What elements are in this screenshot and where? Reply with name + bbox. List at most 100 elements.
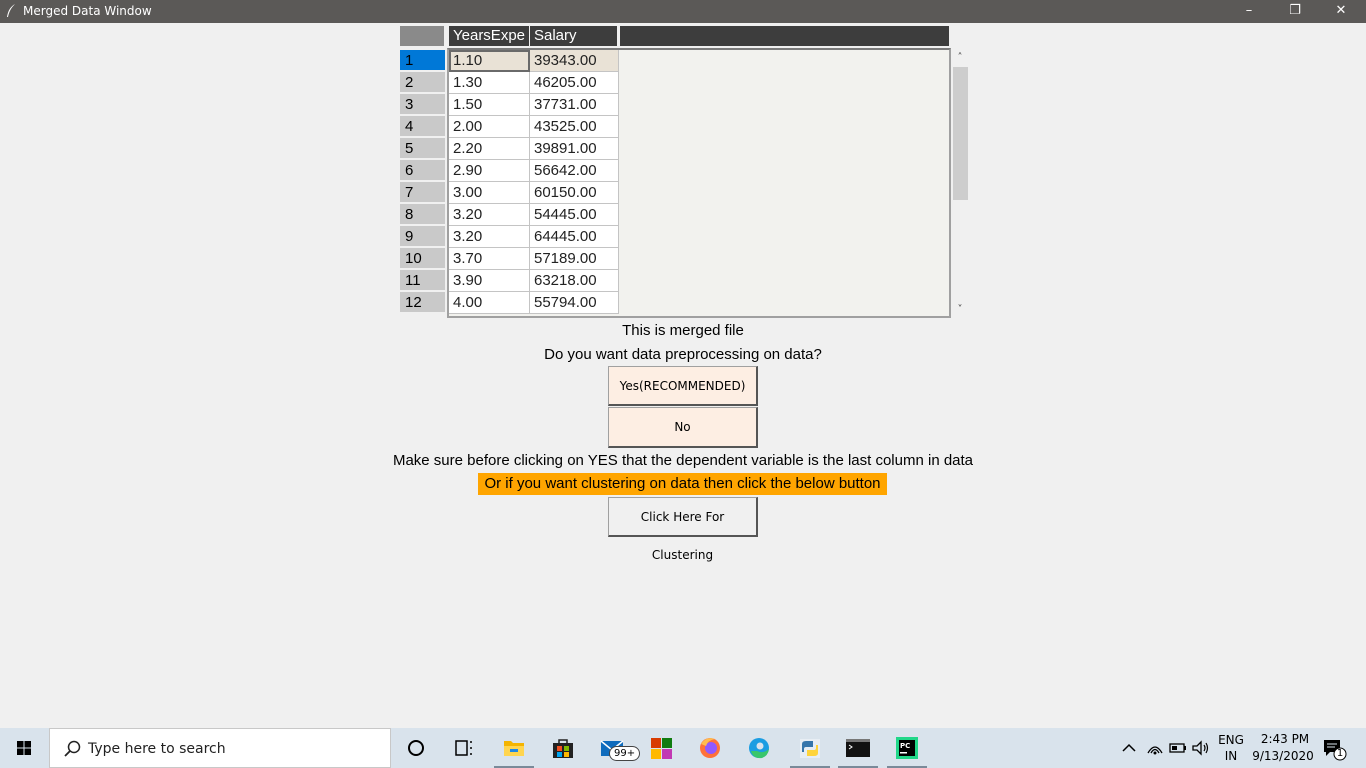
volume-icon[interactable] xyxy=(1191,739,1211,757)
cell-salary[interactable]: 56642.00 xyxy=(530,160,619,182)
grid-corner[interactable] xyxy=(400,26,444,46)
yes-recommended-button[interactable]: Yes(RECOMMENDED) xyxy=(608,366,758,406)
cell-years[interactable]: 2.90 xyxy=(449,160,530,182)
table-row: 3.20 54445.00 xyxy=(449,204,949,226)
column-header-years[interactable]: YearsExpe xyxy=(449,26,530,46)
table-row: 1.30 46205.00 xyxy=(449,72,949,94)
region-indicator[interactable]: IN xyxy=(1216,749,1246,763)
scroll-thumb[interactable] xyxy=(953,67,968,200)
cell-years[interactable]: 1.10 xyxy=(449,50,530,72)
cell-years[interactable]: 3.00 xyxy=(449,182,530,204)
row-header[interactable]: 12 xyxy=(400,292,445,314)
terminal-icon xyxy=(846,739,870,757)
table-row: 3.00 60150.00 xyxy=(449,182,949,204)
cell-salary[interactable]: 43525.00 xyxy=(530,116,619,138)
cell-salary[interactable]: 57189.00 xyxy=(530,248,619,270)
pycharm-icon: PC xyxy=(896,737,918,759)
cell-salary[interactable]: 46205.00 xyxy=(530,72,619,94)
folder-icon xyxy=(504,741,524,756)
firefox-button[interactable] xyxy=(686,728,734,768)
task-view-button[interactable] xyxy=(440,728,488,768)
row-header[interactable]: 11 xyxy=(400,270,445,292)
table-row: 4.00 55794.00 xyxy=(449,292,949,314)
window-title: Merged Data Window xyxy=(23,4,152,18)
language-indicator[interactable]: ENG xyxy=(1216,733,1246,747)
row-header[interactable]: 3 xyxy=(400,94,445,116)
column-header-empty xyxy=(620,26,949,46)
row-header[interactable]: 10 xyxy=(400,248,445,270)
windows-icon xyxy=(17,741,31,755)
cell-salary[interactable]: 39343.00 xyxy=(530,50,619,72)
firefox-icon xyxy=(700,738,720,758)
row-headers: 1 2 3 4 5 6 7 8 9 10 11 12 xyxy=(400,50,445,314)
taskbar-search[interactable]: Type here to search xyxy=(49,728,391,768)
cell-salary[interactable]: 64445.00 xyxy=(530,226,619,248)
close-button[interactable]: ✕ xyxy=(1318,0,1364,23)
cell-years[interactable]: 2.20 xyxy=(449,138,530,160)
cell-years[interactable]: 1.30 xyxy=(449,72,530,94)
cell-years[interactable]: 1.50 xyxy=(449,94,530,116)
cell-salary[interactable]: 37731.00 xyxy=(530,94,619,116)
office-button[interactable] xyxy=(637,728,685,768)
table-row: 1.10 39343.00 xyxy=(449,50,949,72)
store-button[interactable] xyxy=(539,728,587,768)
cell-years[interactable]: 3.70 xyxy=(449,248,530,270)
preprocessing-question: Do you want data preprocessing on data? xyxy=(544,346,822,363)
cortana-button[interactable] xyxy=(392,728,440,768)
edge-icon xyxy=(749,738,769,759)
cell-salary[interactable]: 63218.00 xyxy=(530,270,619,292)
merged-file-label: This is merged file xyxy=(622,322,744,339)
row-header[interactable]: 5 xyxy=(400,138,445,160)
cell-salary[interactable]: 55794.00 xyxy=(530,292,619,314)
scroll-up-icon[interactable]: ˄ xyxy=(952,50,968,66)
task-view-icon xyxy=(455,740,472,756)
cell-salary[interactable]: 60150.00 xyxy=(530,182,619,204)
clustering-note: Or if you want clustering on data then c… xyxy=(478,473,887,495)
table-row: 3.70 57189.00 xyxy=(449,248,949,270)
cell-years[interactable]: 4.00 xyxy=(449,292,530,314)
cortana-icon xyxy=(408,740,424,756)
table-row: 2.20 39891.00 xyxy=(449,138,949,160)
dependent-variable-note: Make sure before clicking on YES that th… xyxy=(392,452,974,469)
clustering-button[interactable]: Click Here For Clustering xyxy=(608,497,758,562)
notification-count: 1 xyxy=(1336,748,1344,759)
clock-time[interactable]: 2:43 PM xyxy=(1250,732,1320,746)
row-header[interactable]: 6 xyxy=(400,160,445,182)
search-icon xyxy=(64,740,81,757)
row-header[interactable]: 9 xyxy=(400,226,445,248)
table-row: 1.50 37731.00 xyxy=(449,94,949,116)
start-button[interactable] xyxy=(0,728,48,768)
row-header[interactable]: 2 xyxy=(400,72,445,94)
row-header[interactable]: 8 xyxy=(400,204,445,226)
python-button[interactable] xyxy=(786,728,834,768)
wifi-icon[interactable] xyxy=(1146,739,1164,757)
terminal-button[interactable] xyxy=(834,728,882,768)
cell-years[interactable]: 3.20 xyxy=(449,204,530,226)
clock-date[interactable]: 9/13/2020 xyxy=(1248,749,1318,763)
chevron-up-icon[interactable] xyxy=(1120,740,1138,756)
table-row: 3.90 63218.00 xyxy=(449,270,949,292)
cell-years[interactable]: 3.90 xyxy=(449,270,530,292)
file-explorer-button[interactable] xyxy=(490,728,538,768)
pycharm-button[interactable]: PC xyxy=(883,728,931,768)
column-header-salary[interactable]: Salary xyxy=(530,26,618,46)
row-header[interactable]: 1 xyxy=(400,50,445,72)
row-header[interactable]: 7 xyxy=(400,182,445,204)
row-header[interactable]: 4 xyxy=(400,116,445,138)
minimize-button[interactable]: – xyxy=(1226,0,1272,23)
cell-years[interactable]: 2.00 xyxy=(449,116,530,138)
cell-salary[interactable]: 54445.00 xyxy=(530,204,619,226)
search-placeholder: Type here to search xyxy=(88,741,226,757)
cell-years[interactable]: 3.20 xyxy=(449,226,530,248)
battery-icon[interactable] xyxy=(1168,740,1188,756)
maximize-button[interactable]: ❐ xyxy=(1272,0,1318,23)
cell-salary[interactable]: 39891.00 xyxy=(530,138,619,160)
title-bar: Merged Data Window – ❐ ✕ xyxy=(0,0,1366,23)
no-button[interactable]: No xyxy=(608,407,758,448)
data-grid[interactable]: 1.10 39343.00 1.30 46205.00 1.50 37731.0… xyxy=(447,48,951,318)
vertical-scrollbar[interactable]: ˄ ˅ xyxy=(952,50,968,318)
scroll-down-icon[interactable]: ˅ xyxy=(952,302,968,318)
edge-button[interactable] xyxy=(735,728,783,768)
table-row: 2.00 43525.00 xyxy=(449,116,949,138)
python-icon xyxy=(800,739,820,758)
